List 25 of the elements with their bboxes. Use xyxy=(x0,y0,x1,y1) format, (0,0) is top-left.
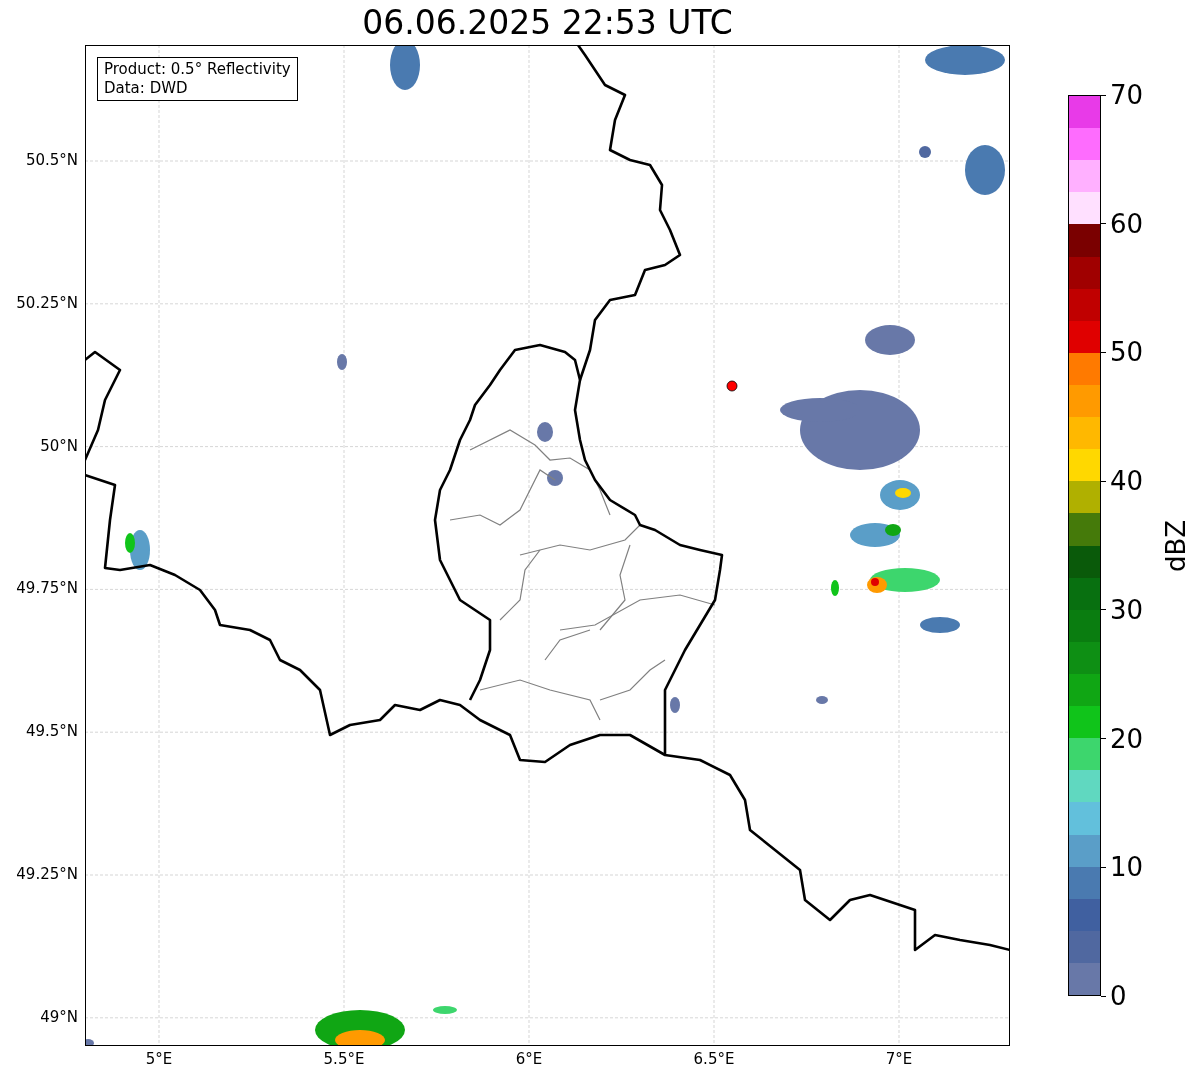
colorbar-tick-label: 70 xyxy=(1110,81,1144,109)
longitude-label: 5°E xyxy=(145,1052,173,1067)
latitude-label: 50.25°N xyxy=(16,295,78,311)
latitude-label: 50°N xyxy=(40,438,78,454)
longitude-label: 5.5°E xyxy=(323,1052,365,1067)
colorbar-tick-label: 40 xyxy=(1110,467,1144,496)
colorbar-tick-label: 10 xyxy=(1110,853,1144,882)
colorbar-label: dBZ xyxy=(1163,519,1189,572)
colorbar-tick-label: 20 xyxy=(1110,724,1144,753)
longitude-label: 6°E xyxy=(515,1052,543,1067)
latitude-label: 49°N xyxy=(40,1009,78,1025)
colorbar-tick-label: 60 xyxy=(1110,209,1144,238)
latitude-label: 49.25°N xyxy=(16,867,78,882)
tick-mark xyxy=(1101,995,1106,997)
chart-title: 06.06.2025 22:53 UTC xyxy=(362,6,733,39)
colorbar-tick-label: 50 xyxy=(1110,338,1144,367)
longitude-label: 6.5°E xyxy=(693,1052,735,1067)
latitude-label: 49.75°N xyxy=(16,581,78,597)
latitude-label: 49.5°N xyxy=(25,724,78,740)
info-text: Data: DWD xyxy=(104,79,189,98)
longitude-label: 7°E xyxy=(885,1052,913,1067)
info-text: Product: 0.5° Reflectivity xyxy=(104,60,291,79)
latitude-label: 50.5°N xyxy=(25,153,78,168)
colorbar-tick-label: 0 xyxy=(1110,982,1127,1010)
colorbar-tick-label: 30 xyxy=(1110,595,1144,624)
